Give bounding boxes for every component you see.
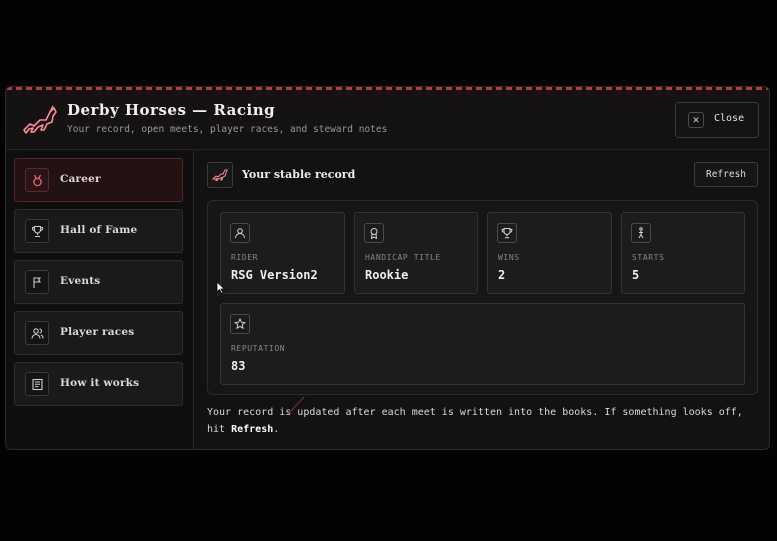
stat-card-handicap-title: HANDICAP TITLE Rookie bbox=[354, 212, 478, 294]
sidebar-item-how-it-works[interactable]: How it works bbox=[14, 362, 183, 406]
refresh-button[interactable]: Refresh bbox=[694, 162, 758, 187]
sidebar-item-label: Career bbox=[60, 173, 101, 185]
horse-icon bbox=[207, 162, 233, 188]
sidebar-item-label: Player races bbox=[60, 326, 135, 338]
stat-card-starts: STARTS 5 bbox=[621, 212, 745, 294]
note-refresh-emphasis: Refresh bbox=[231, 424, 274, 435]
stat-label: REPUTATION bbox=[231, 344, 286, 353]
mouse-cursor-icon bbox=[216, 281, 226, 295]
horse-logo-icon bbox=[23, 105, 57, 134]
dialog-title: Derby Horses — Racing bbox=[67, 101, 276, 119]
trophy-icon bbox=[497, 223, 517, 243]
star-icon bbox=[230, 314, 250, 334]
stat-value: Rookie bbox=[365, 268, 409, 282]
stat-value: 83 bbox=[231, 359, 246, 373]
decorative-streak bbox=[287, 396, 305, 415]
dialog-subtitle: Your record, open meets, player races, a… bbox=[67, 124, 388, 135]
sidebar-item-hall-of-fame[interactable]: Hall of Fame bbox=[14, 209, 183, 253]
note-end: . bbox=[273, 424, 280, 435]
award-icon bbox=[364, 223, 384, 243]
sidebar-item-events[interactable]: Events bbox=[14, 260, 183, 304]
stat-value: RSG Version2 bbox=[231, 268, 318, 282]
stat-card-wins: WINS 2 bbox=[487, 212, 612, 294]
stat-card-rider: RIDER RSG Version2 bbox=[220, 212, 345, 294]
close-icon: ✕ bbox=[688, 112, 704, 128]
racing-dialog: Derby Horses — Racing Your record, open … bbox=[5, 86, 770, 450]
flag-icon bbox=[25, 270, 49, 294]
book-icon bbox=[25, 372, 49, 396]
close-button[interactable]: ✕ Close bbox=[675, 102, 759, 138]
stat-label: RIDER bbox=[231, 253, 259, 262]
main-content: Your stable record Refresh RIDER RSG Ver… bbox=[194, 150, 769, 449]
stat-label: WINS bbox=[498, 253, 520, 262]
stat-label: STARTS bbox=[632, 253, 665, 262]
stat-card-reputation: REPUTATION 83 bbox=[220, 303, 745, 385]
stats-panel: RIDER RSG Version2 HANDICAP TITLE Rookie… bbox=[207, 200, 758, 395]
users-icon bbox=[25, 321, 49, 345]
stat-label: HANDICAP TITLE bbox=[365, 253, 441, 262]
sidebar-item-label: Events bbox=[60, 275, 101, 287]
medal-icon bbox=[25, 168, 49, 192]
runner-icon bbox=[631, 223, 651, 243]
section-title: Your stable record bbox=[242, 168, 356, 181]
dialog-header: Derby Horses — Racing Your record, open … bbox=[6, 90, 769, 150]
sidebar-item-label: How it works bbox=[60, 377, 140, 389]
sidebar-item-career[interactable]: Career bbox=[14, 158, 183, 202]
sidebar-item-player-races[interactable]: Player races bbox=[14, 311, 183, 355]
sidebar-nav: Career Hall of Fame Events Player races … bbox=[6, 150, 194, 449]
close-label: Close bbox=[714, 113, 745, 124]
sidebar-item-label: Hall of Fame bbox=[60, 224, 138, 236]
stat-value: 5 bbox=[632, 268, 640, 282]
trophy-icon bbox=[25, 219, 49, 243]
user-icon bbox=[230, 223, 250, 243]
stat-value: 2 bbox=[498, 268, 506, 282]
